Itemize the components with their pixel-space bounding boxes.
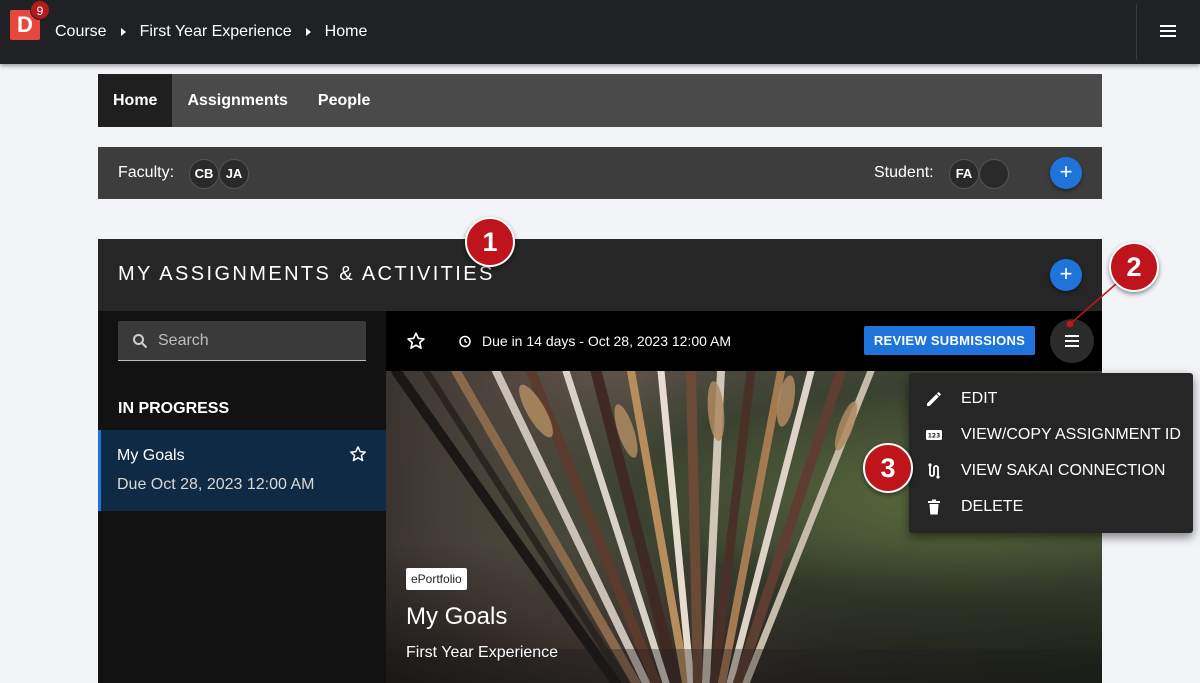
menu-item-label: VIEW SAKAI CONNECTION [961,462,1166,479]
topbar-divider [1136,4,1137,60]
svg-text:123: 123 [928,433,941,440]
breadcrumb-course-name[interactable]: First Year Experience [140,23,292,41]
hamburger-menu-icon[interactable] [1160,25,1178,39]
avatar-student-fa[interactable]: FA [949,159,979,189]
menu-item-delete[interactable]: DELETE [909,489,1193,525]
favorite-star-icon[interactable] [405,330,427,352]
breadcrumb-separator-icon [305,28,311,36]
assignment-list-item[interactable]: My Goals Due Oct 28, 2023 12:00 AM [98,430,386,511]
detail-toolbar: Due in 14 days - Oct 28, 2023 12:00 AM R… [386,311,1102,371]
tab-people[interactable]: People [303,74,385,127]
section-label-in-progress: IN PROGRESS [118,400,230,417]
assignment-detail-course: First Year Experience [406,644,559,661]
assignment-due-date: Due Oct 28, 2023 12:00 AM [117,476,315,493]
pencil-icon [927,392,941,406]
due-countdown: Due in 14 days - Oct 28, 2023 12:00 AM [482,333,732,349]
star-icon[interactable] [348,444,368,464]
breadcrumb: Course First Year Experience Home [55,0,367,64]
assignment-sidebar: IN PROGRESS My Goals Due Oct 28, 2023 12… [98,311,386,683]
menu-item-label: DELETE [961,498,1024,515]
notification-badge: 9 [30,0,50,20]
assignment-title: My Goals [117,447,185,464]
breadcrumb-current: Home [324,23,368,40]
top-bar: D 9 Course First Year Experience Home [0,0,1200,64]
avatar-student[interactable] [979,159,1009,189]
assignment-detail-title: My Goals [406,603,508,630]
breadcrumb-separator-icon [120,28,126,36]
callout-1: 1 [465,217,515,267]
student-label: Student: [874,164,934,181]
breadcrumb-course[interactable]: Course [55,23,107,41]
members-bar: Faculty: CB JA Student: FA + [98,147,1102,199]
search-box[interactable] [118,321,366,361]
menu-item-label: EDIT [961,390,998,407]
tab-assignments[interactable]: Assignments [172,74,302,127]
avatar-faculty-ja[interactable]: JA [219,159,249,189]
search-icon [133,334,148,349]
callout-2: 2 [1109,242,1159,292]
menu-item-edit[interactable]: EDIT [909,381,1193,417]
course-nav: Home Assignments People [98,74,1102,127]
assignment-options-menu: EDIT 123 VIEW/COPY ASSIGNMENT ID VIEW SA… [909,373,1193,533]
connection-icon [928,463,940,479]
search-input[interactable] [158,321,358,360]
assignment-type-tag: ePortfolio [406,568,467,590]
faculty-label: Faculty: [118,164,175,181]
id-number-icon: 123 [926,430,942,440]
clock-icon [459,335,471,348]
trash-icon [928,499,940,515]
callout-3: 3 [863,443,913,493]
menu-item-view-copy-id[interactable]: 123 VIEW/COPY ASSIGNMENT ID [909,417,1193,453]
review-submissions-button[interactable]: REVIEW SUBMISSIONS [864,326,1035,355]
tab-home[interactable]: Home [98,74,173,127]
menu-item-view-sakai-connection[interactable]: VIEW SAKAI CONNECTION [909,453,1193,489]
avatar-faculty-cb[interactable]: CB [189,159,219,189]
add-member-button[interactable]: + [1050,157,1082,189]
panel-title: MY ASSIGNMENTS & ACTIVITIES [118,263,495,285]
menu-item-label: VIEW/COPY ASSIGNMENT ID [961,426,1181,443]
